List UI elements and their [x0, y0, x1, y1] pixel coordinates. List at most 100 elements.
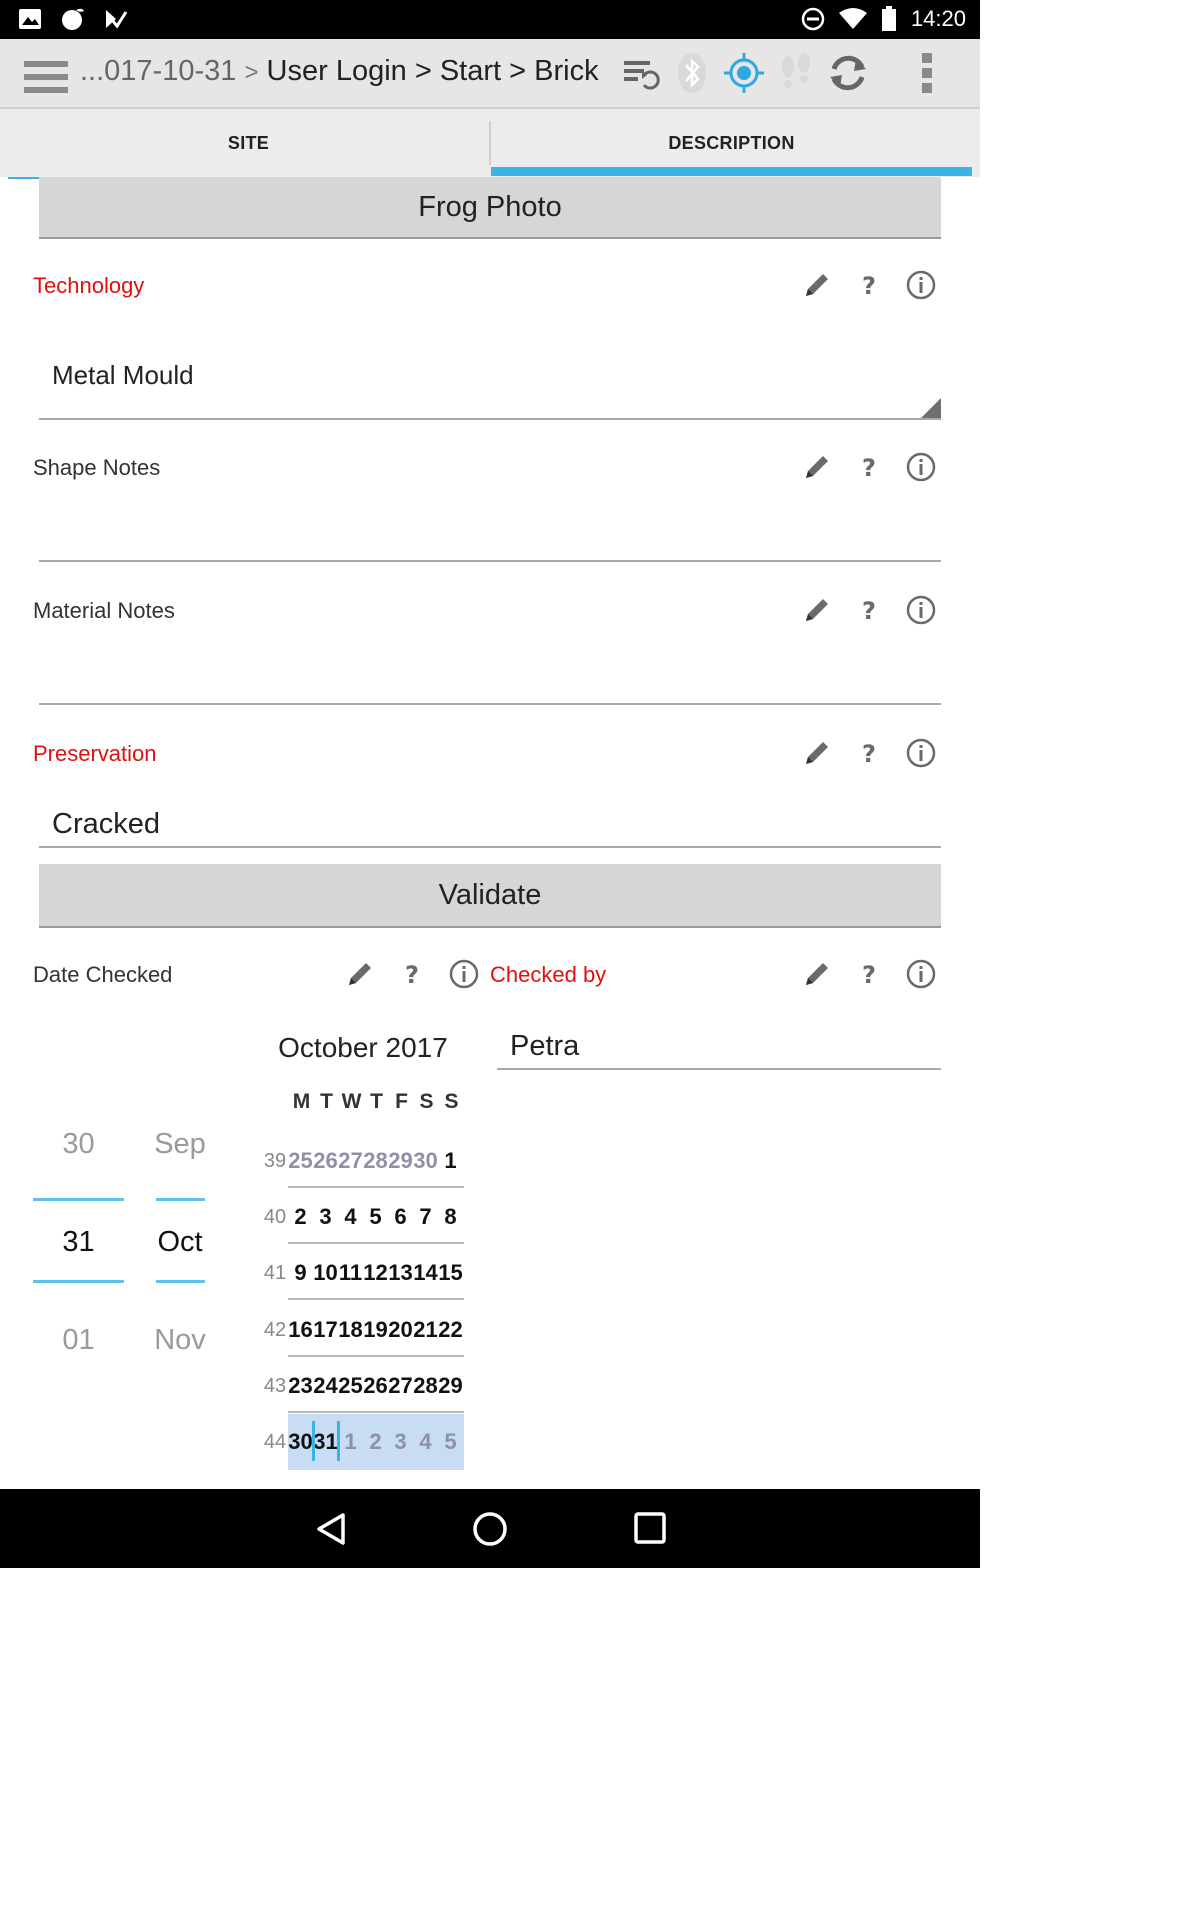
calendar-week-number: 44 [263, 1431, 287, 1453]
calendar-day[interactable]: 3 [388, 1429, 413, 1455]
info-icon[interactable] [906, 959, 936, 989]
technology-underline [39, 418, 941, 420]
edit-icon[interactable] [802, 595, 832, 625]
checked-by-input[interactable]: Petra [510, 1030, 579, 1063]
calendar-day[interactable]: 3 [313, 1204, 338, 1230]
calendar-day[interactable]: 15 [438, 1260, 463, 1286]
calendar-day[interactable]: 17 [313, 1317, 338, 1343]
info-icon[interactable] [449, 959, 479, 989]
calendar-day[interactable]: 4 [413, 1429, 438, 1455]
checkmark-notification-icon [106, 10, 128, 29]
refresh-icon[interactable] [826, 51, 870, 95]
calendar-day[interactable]: 10 [313, 1260, 338, 1286]
calendar-day[interactable]: 11 [338, 1260, 363, 1286]
info-icon[interactable] [906, 595, 936, 625]
shape-notes-label: Shape Notes [33, 455, 161, 480]
calendar-day[interactable]: 29 [388, 1148, 413, 1174]
dropdown-triangle-icon[interactable] [920, 398, 942, 420]
status-bar: 14:20 [0, 0, 980, 39]
help-icon[interactable]: ? [854, 959, 884, 989]
help-icon[interactable]: ? [854, 270, 884, 300]
calendar-day[interactable]: 20 [388, 1317, 413, 1343]
recents-icon[interactable] [633, 1511, 667, 1545]
month-current[interactable]: Oct [150, 1226, 210, 1259]
calendar-day[interactable]: 1 [338, 1429, 363, 1455]
image-notification-icon [19, 9, 41, 29]
calendar-day[interactable]: 14 [413, 1260, 438, 1286]
day-next[interactable]: 01 [33, 1324, 124, 1357]
calendar-day[interactable]: 22 [438, 1317, 463, 1343]
info-icon[interactable] [906, 452, 936, 482]
calendar-day[interactable]: 1 [438, 1148, 463, 1174]
calendar-day[interactable]: 28 [363, 1148, 388, 1174]
do-not-disturb-icon [801, 7, 825, 31]
calendar-week-number: 42 [263, 1318, 287, 1341]
calendar-day[interactable]: 8 [438, 1204, 463, 1230]
validate-button[interactable]: Validate [39, 864, 941, 928]
calendar-day[interactable]: 5 [438, 1429, 463, 1455]
edit-icon[interactable] [345, 959, 375, 989]
calendar-day[interactable]: 9 [288, 1260, 313, 1286]
calendar-day[interactable]: 7 [413, 1204, 438, 1230]
edit-icon[interactable] [802, 452, 832, 482]
calendar-day[interactable]: 2 [288, 1204, 313, 1230]
breadcrumb-item[interactable]: ...017-10-31 [80, 55, 236, 87]
calendar-day[interactable]: 25 [288, 1148, 313, 1174]
calendar-day[interactable]: 4 [338, 1204, 363, 1230]
calendar-day[interactable]: 28 [413, 1373, 438, 1399]
day-current[interactable]: 31 [33, 1226, 124, 1259]
calendar-day[interactable]: 24 [313, 1373, 338, 1399]
calendar-day[interactable]: 6 [388, 1204, 413, 1230]
technology-select-value[interactable]: Metal Mould [52, 360, 194, 391]
frog-photo-button[interactable]: Frog Photo [39, 177, 941, 239]
calendar-day[interactable]: 29 [438, 1373, 463, 1399]
breadcrumb-item[interactable]: Brick [534, 55, 598, 87]
calendar-day[interactable]: 5 [363, 1204, 388, 1230]
calendar-day[interactable]: 26 [363, 1373, 388, 1399]
calendar-day[interactable]: 18 [338, 1317, 363, 1343]
calendar-day[interactable]: 25 [338, 1373, 363, 1399]
calendar-day[interactable]: 30 [413, 1148, 438, 1174]
calendar-day[interactable]: 13 [388, 1260, 413, 1286]
calendar-day[interactable]: 27 [388, 1373, 413, 1399]
calendar-day[interactable]: 31 [313, 1429, 338, 1455]
edit-icon[interactable] [802, 270, 832, 300]
month-selection-line [156, 1280, 205, 1283]
overflow-icon[interactable] [906, 51, 950, 95]
gps-icon[interactable] [722, 51, 766, 95]
calendar-day[interactable]: 2 [363, 1429, 388, 1455]
home-icon[interactable] [472, 1511, 508, 1547]
calendar-day[interactable]: 23 [288, 1373, 313, 1399]
tab-site[interactable]: SITE [8, 109, 489, 179]
calendar-day[interactable]: 19 [363, 1317, 388, 1343]
sync-list-icon[interactable] [620, 51, 664, 95]
help-icon[interactable]: ? [854, 738, 884, 768]
day-prev[interactable]: 30 [33, 1128, 124, 1161]
calendar-day[interactable]: 12 [363, 1260, 388, 1286]
preservation-input[interactable]: Cracked [52, 808, 160, 841]
edit-icon[interactable] [802, 738, 832, 768]
menu-icon[interactable] [24, 55, 68, 99]
back-icon[interactable] [313, 1511, 349, 1547]
active-tab-indicator [491, 167, 972, 176]
bluetooth-icon[interactable] [670, 51, 714, 95]
breadcrumb: ...017-10-31 > User Login > Start > Bric… [80, 55, 599, 88]
info-icon[interactable] [906, 738, 936, 768]
month-prev[interactable]: Sep [150, 1128, 210, 1161]
info-icon[interactable] [906, 270, 936, 300]
calendar-row-divider [288, 1186, 464, 1188]
help-icon[interactable]: ? [854, 452, 884, 482]
month-next[interactable]: Nov [150, 1324, 210, 1357]
calendar-day[interactable]: 26 [313, 1148, 338, 1174]
calendar-day[interactable]: 21 [413, 1317, 438, 1343]
help-icon[interactable]: ? [854, 595, 884, 625]
calendar-day[interactable]: 30 [288, 1429, 313, 1455]
calendar-day[interactable]: 27 [338, 1148, 363, 1174]
app-notification-icon [62, 8, 84, 30]
footsteps-icon[interactable] [774, 51, 818, 95]
help-icon[interactable]: ? [397, 959, 427, 989]
breadcrumb-item[interactable]: Start [440, 55, 501, 87]
breadcrumb-item[interactable]: User Login [267, 55, 407, 87]
edit-icon[interactable] [802, 959, 832, 989]
calendar-day[interactable]: 16 [288, 1317, 313, 1343]
